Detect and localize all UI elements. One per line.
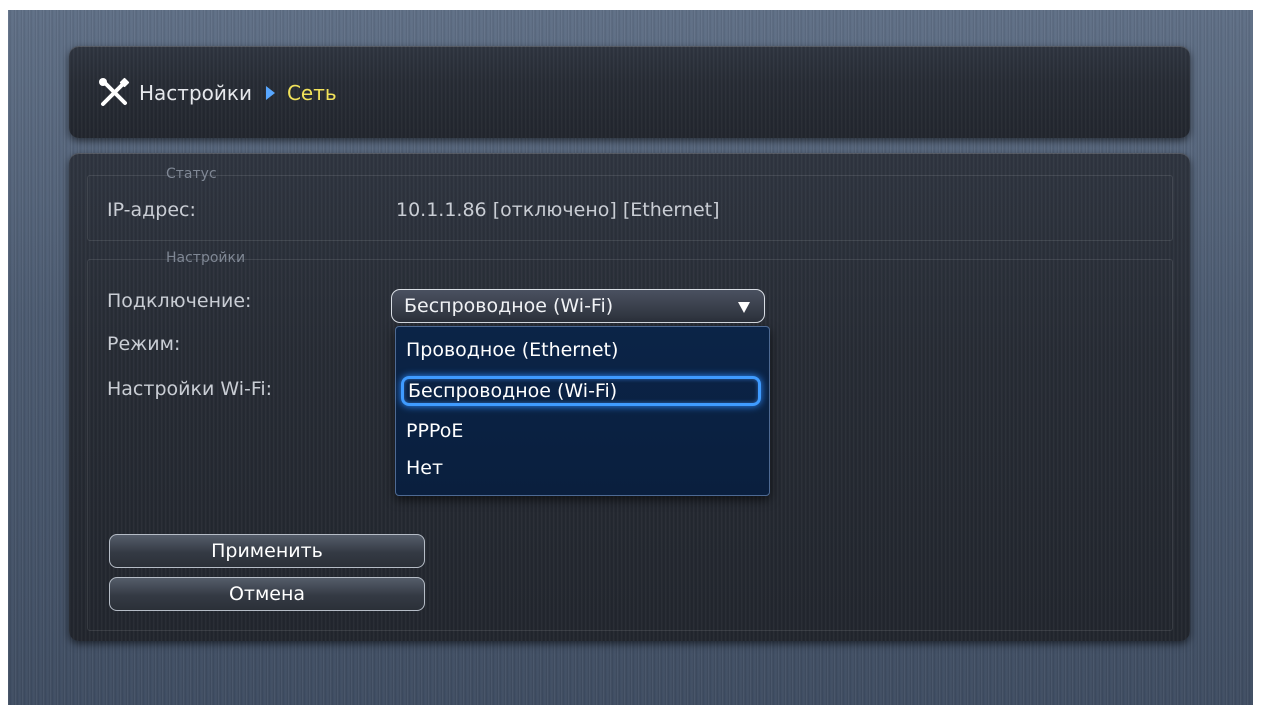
option-pppoe[interactable]: PPPoE [406, 416, 463, 446]
tv-screen: Настройки Сеть Статус IP-адрес: 10.1.1.8… [8, 10, 1253, 705]
wifi-settings-label: Настройки Wi-Fi: [107, 378, 273, 400]
breadcrumb-current: Сеть [286, 81, 337, 105]
connection-label: Подключение: [107, 290, 252, 312]
arrow-right-icon [265, 86, 275, 100]
cancel-button[interactable]: Отмена [109, 577, 425, 611]
connection-select-value: Беспроводное (Wi-Fi) [404, 295, 614, 317]
breadcrumb: Настройки Сеть [97, 76, 337, 110]
tools-icon [97, 76, 131, 110]
option-none[interactable]: Нет [406, 453, 443, 483]
breadcrumb-root[interactable]: Настройки [139, 81, 252, 105]
option-ethernet[interactable]: Проводное (Ethernet) [406, 335, 618, 365]
caret-down-icon [738, 302, 750, 313]
network-settings-panel: Статус IP-адрес: 10.1.1.86 [отключено] [… [69, 153, 1190, 641]
connection-select[interactable]: Беспроводное (Wi-Fi) [391, 289, 765, 323]
ip-address-label: IP-адрес: [107, 199, 196, 221]
status-legend: Статус [166, 166, 217, 182]
settings-legend: Настройки [166, 250, 246, 266]
apply-button[interactable]: Применить [109, 534, 425, 568]
option-wifi[interactable]: Беспроводное (Wi-Fi) [401, 376, 761, 406]
connection-dropdown: Проводное (Ethernet) Беспроводное (Wi-Fi… [395, 326, 770, 496]
mode-label: Режим: [107, 333, 181, 355]
header-bar: Настройки Сеть [69, 46, 1190, 138]
ip-address-value: 10.1.1.86 [отключено] [Ethernet] [396, 199, 720, 221]
